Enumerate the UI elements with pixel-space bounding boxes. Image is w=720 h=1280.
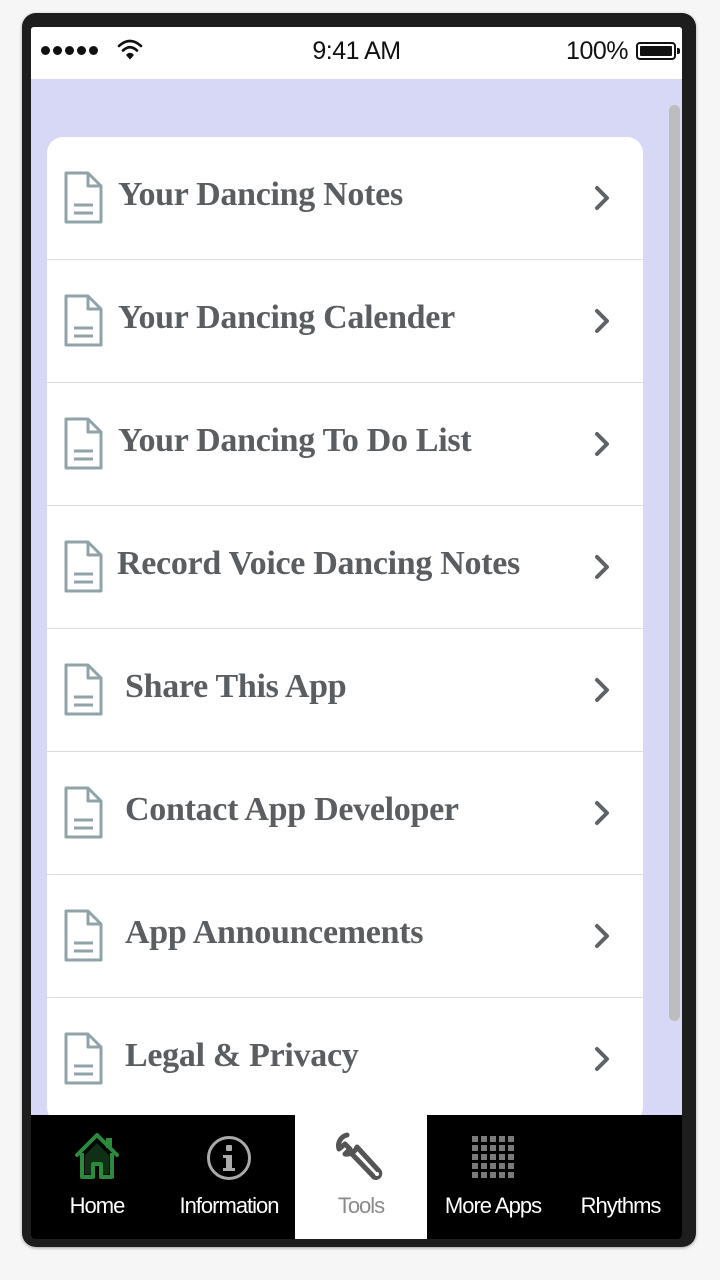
menu-item-app-announcements[interactable]: App Announcements	[47, 875, 643, 998]
document-icon	[64, 663, 103, 716]
battery-percentage: 100%	[566, 37, 628, 65]
bottom-tab-bar: Home Information Tools More Apps Rhythms	[31, 1115, 682, 1239]
tab-information[interactable]: Information	[163, 1115, 295, 1239]
document-icon	[64, 786, 103, 839]
menu-item-your-dancing-notes[interactable]: Your Dancing Notes	[47, 137, 643, 260]
app-screen: 9:41 AM 100% Your Dancing Notes Your Dan…	[31, 27, 682, 1239]
chevron-right-icon	[595, 186, 609, 210]
document-icon	[64, 909, 103, 962]
menu-item-label: App Announcements	[125, 914, 424, 951]
menu-item-label: Record Voice Dancing Notes	[117, 545, 520, 582]
chevron-right-icon	[595, 924, 609, 948]
menu-item-record-voice-dancing-notes[interactable]: Record Voice Dancing Notes	[47, 506, 643, 629]
chevron-right-icon	[595, 801, 609, 825]
menu-item-label: Share This App	[125, 668, 347, 705]
tab-rhythms[interactable]: Rhythms	[559, 1115, 682, 1239]
menu-item-label: Your Dancing Calender	[118, 299, 455, 336]
chevron-right-icon	[595, 309, 609, 333]
menu-item-your-dancing-to-do-list[interactable]: Your Dancing To Do List	[47, 383, 643, 506]
chevron-right-icon	[595, 555, 609, 579]
menu-item-label: Legal & Privacy	[125, 1037, 359, 1074]
home-icon	[75, 1133, 119, 1179]
tab-label: Tools	[337, 1193, 385, 1218]
tab-label: Information	[179, 1193, 279, 1218]
menu-item-share-this-app[interactable]: Share This App	[47, 629, 643, 752]
status-bar: 9:41 AM 100%	[31, 27, 682, 79]
menu-list: Your Dancing Notes Your Dancing Calender	[47, 137, 643, 1123]
phone-frame: 9:41 AM 100% Your Dancing Notes Your Dan…	[22, 13, 696, 1247]
menu-item-label: Your Dancing Notes	[118, 176, 403, 213]
menu-item-label: Your Dancing To Do List	[118, 422, 472, 459]
chevron-right-icon	[595, 432, 609, 456]
chevron-right-icon	[595, 1047, 609, 1071]
chevron-right-icon	[595, 678, 609, 702]
menu-item-label: Contact App Developer	[125, 791, 459, 828]
scrollbar[interactable]	[669, 105, 680, 1021]
battery-icon	[636, 42, 680, 60]
tab-home[interactable]: Home	[31, 1115, 163, 1239]
tab-label: Home	[69, 1193, 126, 1218]
menu-item-your-dancing-calender[interactable]: Your Dancing Calender	[47, 260, 643, 383]
document-icon	[64, 1032, 103, 1085]
tab-tools[interactable]: Tools	[295, 1115, 427, 1239]
grid-icon	[472, 1136, 514, 1178]
info-icon	[207, 1136, 251, 1180]
document-icon	[64, 294, 103, 347]
document-icon	[64, 540, 103, 593]
tab-more-apps[interactable]: More Apps	[427, 1115, 559, 1239]
document-icon	[64, 171, 103, 224]
menu-item-contact-app-developer[interactable]: Contact App Developer	[47, 752, 643, 875]
menu-item-legal-and-privacy[interactable]: Legal & Privacy	[47, 998, 643, 1121]
wrench-icon	[336, 1132, 383, 1180]
tab-label: Rhythms	[580, 1193, 662, 1218]
tab-label: More Apps	[444, 1193, 542, 1218]
document-icon	[64, 417, 103, 470]
